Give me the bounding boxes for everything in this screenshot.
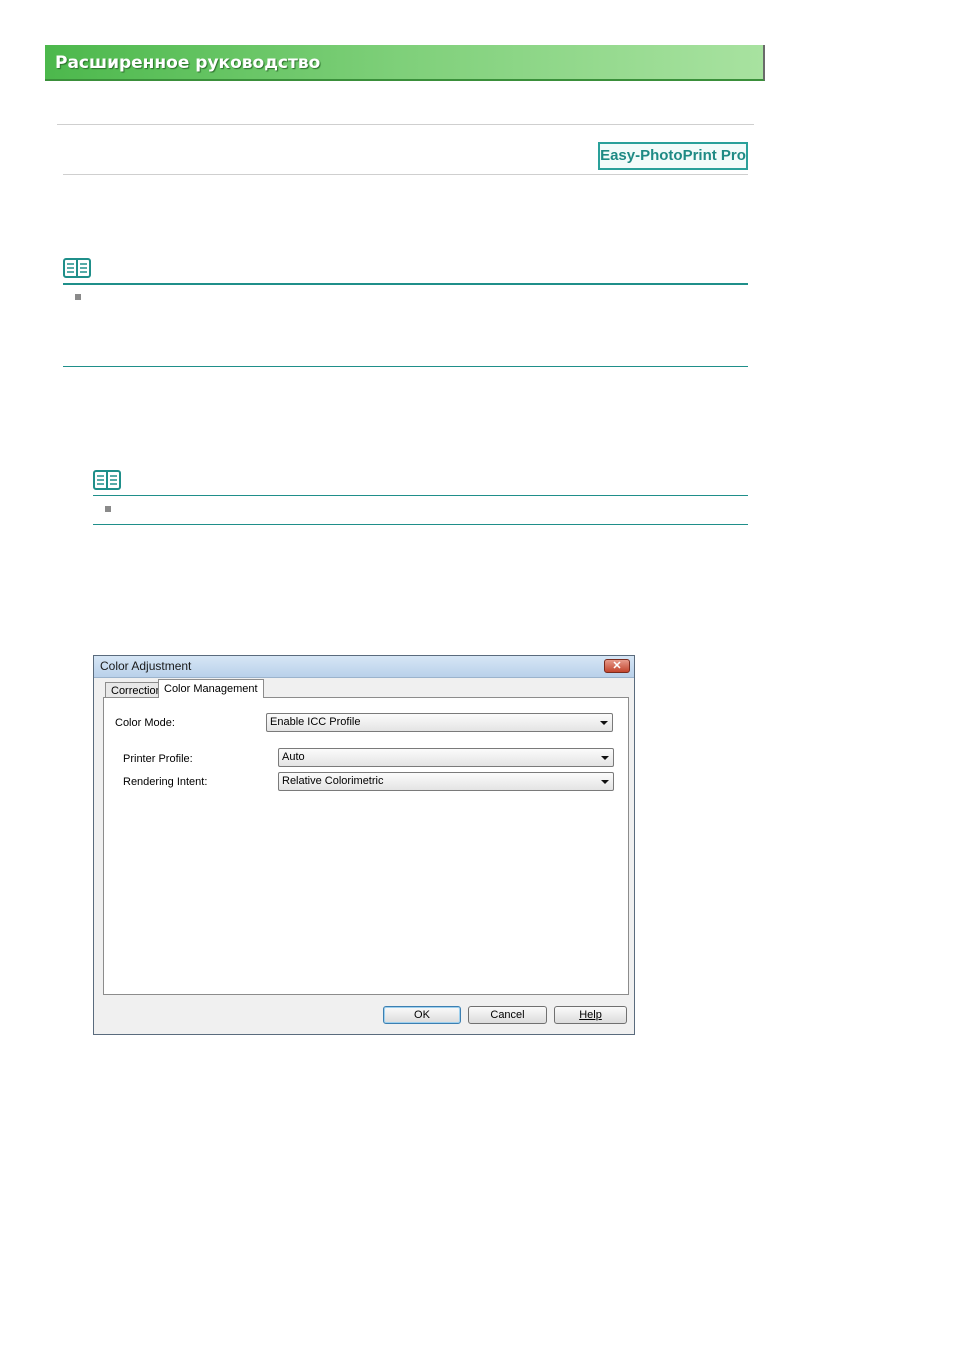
rendering-intent-select[interactable]: Relative Colorimetric bbox=[278, 772, 614, 791]
tab-color-management[interactable]: Color Management bbox=[158, 679, 264, 698]
square-bullet-icon bbox=[105, 506, 111, 512]
note-1-bottom-line bbox=[63, 366, 748, 367]
note-book-icon bbox=[63, 258, 91, 278]
note-book-icon bbox=[93, 470, 121, 490]
printer-profile-value: Auto bbox=[282, 751, 305, 763]
square-bullet-icon bbox=[75, 294, 81, 300]
rendering-intent-label: Rendering Intent: bbox=[123, 776, 208, 788]
note-2-underline bbox=[93, 495, 748, 496]
printer-profile-label: Printer Profile: bbox=[123, 753, 193, 765]
color-mode-value: Enable ICC Profile bbox=[270, 716, 361, 728]
color-mode-select[interactable]: Enable ICC Profile bbox=[266, 713, 613, 732]
chevron-down-icon bbox=[601, 756, 609, 760]
note-2-bottom-line bbox=[93, 524, 748, 525]
close-icon: ✕ bbox=[612, 660, 622, 672]
color-adjustment-dialog: Color Adjustment ✕ Correction Color Mana… bbox=[93, 655, 635, 1035]
close-button[interactable]: ✕ bbox=[604, 659, 630, 673]
chevron-down-icon bbox=[600, 721, 608, 725]
ok-button[interactable]: OK bbox=[383, 1006, 461, 1024]
color-management-panel: Color Mode: Enable ICC Profile Printer P… bbox=[103, 697, 629, 995]
color-mode-label: Color Mode: bbox=[115, 717, 175, 729]
note-1-underline bbox=[63, 283, 748, 285]
header-bar: Расширенное руководство bbox=[45, 45, 765, 81]
divider-top bbox=[57, 124, 754, 125]
divider-title bbox=[63, 174, 748, 175]
cancel-button[interactable]: Cancel bbox=[468, 1006, 547, 1024]
dialog-title: Color Adjustment bbox=[100, 659, 192, 673]
printer-profile-select[interactable]: Auto bbox=[278, 748, 614, 767]
help-button[interactable]: Help bbox=[554, 1006, 627, 1024]
product-badge: Easy-PhotoPrint Pro bbox=[598, 142, 748, 170]
dialog-titlebar[interactable]: Color Adjustment ✕ bbox=[94, 656, 634, 678]
chevron-down-icon bbox=[601, 780, 609, 784]
rendering-intent-value: Relative Colorimetric bbox=[282, 775, 384, 787]
header-title: Расширенное руководство bbox=[55, 53, 321, 73]
